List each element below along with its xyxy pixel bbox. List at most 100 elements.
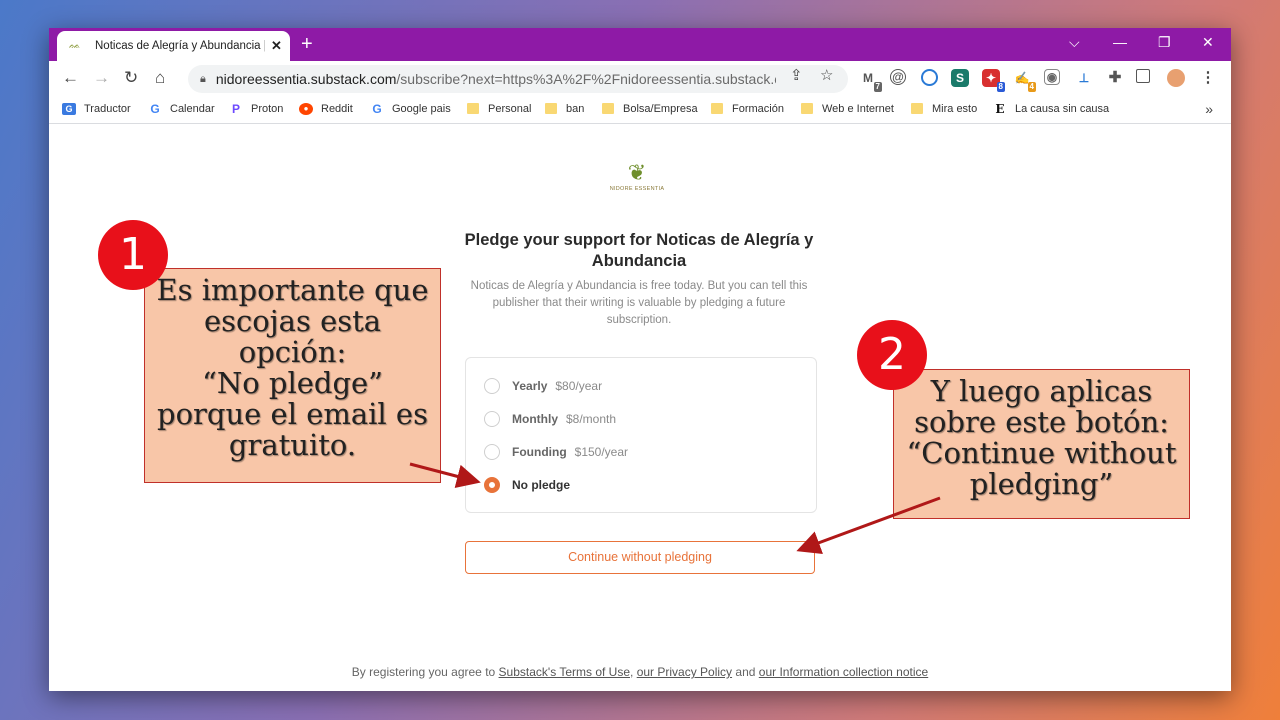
page-title: Pledge your support for Noticas de Alegr… <box>464 231 814 270</box>
url-host: nidoreessentia.substack.com <box>215 71 397 87</box>
bookmark-label: Mira esto <box>932 103 978 115</box>
tab-title: Noticas de Alegría y Abundancia | D <box>95 40 265 52</box>
option-name: Monthly <box>512 412 558 426</box>
new-tab-icon[interactable]: + <box>301 33 313 56</box>
legal-and: and <box>735 665 756 679</box>
callout-2-line: pledging” <box>969 467 1114 501</box>
bookmarks-bar: G Traductor G Calendar P Proton ● Reddit G Go… <box>49 97 1231 124</box>
back-icon[interactable]: ← <box>62 68 79 88</box>
information-notice-link[interactable]: our Information collection notice <box>759 665 928 679</box>
callout-1-line: opción: <box>238 335 347 369</box>
bookmark-label: Bolsa/Empresa <box>623 103 698 115</box>
pledge-options: Yearly $80/year Monthly $8/month Foundin… <box>465 357 817 513</box>
legal-prefix: By registering you agree to <box>351 665 496 679</box>
url-text[interactable]: nidoreessentia.substack.com/subscribe?ne… <box>216 71 776 87</box>
pen-extension-icon[interactable]: ✍ 4 <box>1013 69 1036 92</box>
folder-icon <box>544 103 558 115</box>
privacy-link[interactable]: our Privacy Policy <box>637 665 732 679</box>
bookmark-calendar[interactable]: G Calendar <box>148 103 215 115</box>
radio-founding[interactable] <box>484 444 500 460</box>
bookmark-folder-personal[interactable]: Personal <box>466 103 531 115</box>
pen-extension-badge: 4 <box>1027 82 1036 92</box>
option-name: No pledge <box>512 478 571 492</box>
restore-icon[interactable]: ❐ <box>1158 34 1171 51</box>
menu-kebab-icon[interactable]: ⋮ <box>1199 69 1217 87</box>
bookmark-proton[interactable]: P Proton <box>229 103 283 115</box>
gmail-extension-icon[interactable]: M7 <box>859 69 882 92</box>
logo-text: NIDORE ESSENTIA <box>609 186 665 192</box>
e-icon: E <box>995 102 1005 116</box>
option-founding[interactable]: Founding $150/year <box>484 444 628 460</box>
side-panel-icon[interactable] <box>1136 69 1150 83</box>
legal-comma: , <box>630 665 634 679</box>
bookmark-reddit[interactable]: ● Reddit <box>299 103 353 115</box>
bookmark-traductor[interactable]: G Traductor <box>62 103 131 115</box>
bookmark-folder-mira[interactable]: Mira esto <box>910 103 977 115</box>
active-tab[interactable]: ᨐ Noticas de Alegría y Abundancia | D ✕ <box>57 31 290 61</box>
folder-icon <box>466 103 480 115</box>
reload-icon[interactable]: ↻ <box>124 68 138 88</box>
broom-extension-icon[interactable]: ⊥ <box>1075 69 1093 87</box>
callout-1-line: porque el email es <box>157 397 428 431</box>
url-path: /subscribe?next=https%3A%2F%2Fnidoreesse… <box>396 71 776 87</box>
bookmark-label: La causa sin causa <box>1015 103 1110 115</box>
red-extension-icon[interactable]: ✦ 8 <box>982 69 1005 92</box>
translate-icon: G <box>62 103 76 115</box>
bookmark-label: Calendar <box>170 103 215 115</box>
site-favicon-icon: ᨐ <box>69 40 81 51</box>
bookmark-label: Reddit <box>321 103 353 115</box>
more-bookmarks-icon[interactable]: » <box>1205 101 1213 117</box>
bookmark-label: Traductor <box>84 103 131 115</box>
s-extension-icon[interactable]: S <box>951 69 969 87</box>
radio-yearly[interactable] <box>484 378 500 394</box>
tab-search-chevron-icon[interactable]: ⌵ <box>1069 34 1080 51</box>
bookmark-label: Formación <box>732 103 784 115</box>
close-tab-icon[interactable]: ✕ <box>271 38 282 54</box>
page-description: Noticas de Alegría y Abundancia is free … <box>470 280 808 326</box>
callout-2-line: “Continue without <box>906 436 1177 470</box>
option-name: Founding <box>512 445 567 459</box>
bookmark-folder-web[interactable]: Web e Internet <box>800 103 894 115</box>
profile-avatar[interactable] <box>1167 69 1185 87</box>
bookmark-google-pais[interactable]: G Google pais <box>370 102 451 116</box>
folder-icon <box>910 103 924 115</box>
option-monthly[interactable]: Monthly $8/month <box>484 411 616 427</box>
callout-1-line: gratuito. <box>228 428 357 462</box>
leaf-logo-icon: ❦ <box>627 160 647 185</box>
circle-extension-icon[interactable] <box>921 69 938 86</box>
callout-2-line: sobre este botón: <box>914 405 1169 439</box>
home-icon[interactable]: ⌂ <box>155 68 165 88</box>
publication-logo: ❦ NIDORE ESSENTIA <box>602 160 672 193</box>
extensions-puzzle-icon[interactable]: ✚ <box>1106 69 1124 87</box>
continue-without-pledging-button[interactable]: Continue without pledging <box>465 541 815 574</box>
callout-1-line: Es importante que <box>156 273 429 307</box>
square-extension-icon[interactable]: ◉ <box>1044 69 1060 85</box>
at-extension-icon[interactable]: @ <box>890 69 906 85</box>
bookmark-label: Proton <box>251 103 284 115</box>
bookmark-folder-formacion[interactable]: Formación <box>710 103 784 115</box>
minimize-icon[interactable]: — <box>1113 34 1127 50</box>
address-bar[interactable]: 🔒︎ nidoreessentia.substack.com/subscribe… <box>188 65 848 93</box>
callout-1-line: escojas esta <box>203 304 382 338</box>
bookmark-star-icon[interactable]: ☆ <box>820 66 833 84</box>
option-name: Yearly <box>512 379 548 393</box>
bookmark-la-causa[interactable]: E La causa sin causa <box>993 103 1109 115</box>
tab-strip: ᨐ Noticas de Alegría y Abundancia | D ✕ … <box>49 28 1231 61</box>
gmail-badge: 7 <box>873 82 882 92</box>
option-yearly[interactable]: Yearly $80/year <box>484 378 602 394</box>
share-icon[interactable]: ⇪ <box>790 66 803 84</box>
option-no-pledge[interactable]: No pledge <box>484 477 578 493</box>
terms-link[interactable]: Substack's Terms of Use <box>499 665 630 679</box>
radio-monthly[interactable] <box>484 411 500 427</box>
radio-no-pledge[interactable] <box>484 477 500 493</box>
browser-toolbar: ← → ↻ ⌂ 🔒︎ nidoreessentia.substack.com/s… <box>49 61 1231 97</box>
google-icon: G <box>372 102 382 116</box>
close-window-icon[interactable]: ✕ <box>1202 34 1214 51</box>
bookmark-folder-bolsa[interactable]: Bolsa/Empresa <box>601 103 698 115</box>
option-price: $150/year <box>574 445 629 459</box>
folder-icon <box>800 103 814 115</box>
annotation-number-2-badge: 2 <box>857 320 927 390</box>
forward-icon[interactable]: → <box>93 68 110 88</box>
bookmark-label: Google pais <box>392 103 451 115</box>
bookmark-folder-ban[interactable]: ban <box>544 103 584 115</box>
